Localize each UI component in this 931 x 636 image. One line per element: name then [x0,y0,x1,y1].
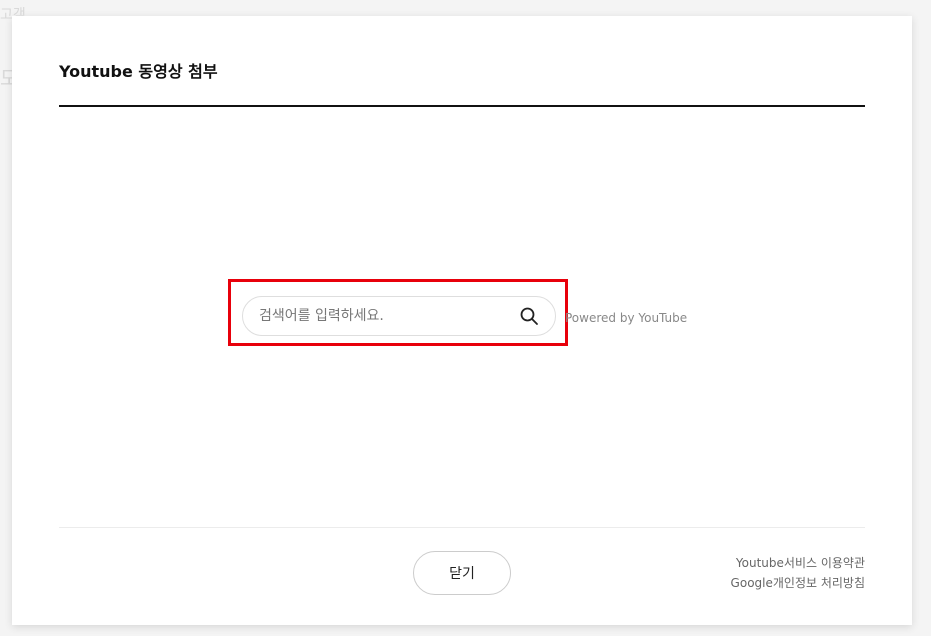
dialog-header: Youtube 동영상 첨부 [59,16,865,107]
youtube-terms-link[interactable]: Youtube서비스 이용약관 [731,553,865,573]
search-box [242,296,556,336]
search-icon [520,307,538,325]
youtube-attach-dialog: Youtube 동영상 첨부 Powered by YouTube 닫기 You… [12,16,912,625]
footer-links: Youtube서비스 이용약관 Google개인정보 처리방침 [731,553,865,593]
search-bar [242,296,556,336]
search-button[interactable] [517,304,541,328]
powered-by-label: Powered by YouTube [565,311,688,325]
footer-divider [59,527,865,528]
close-button[interactable]: 닫기 [413,551,511,595]
dialog-title: Youtube 동영상 첨부 [59,62,218,81]
google-privacy-link[interactable]: Google개인정보 처리방침 [731,573,865,593]
search-input[interactable] [259,305,499,327]
